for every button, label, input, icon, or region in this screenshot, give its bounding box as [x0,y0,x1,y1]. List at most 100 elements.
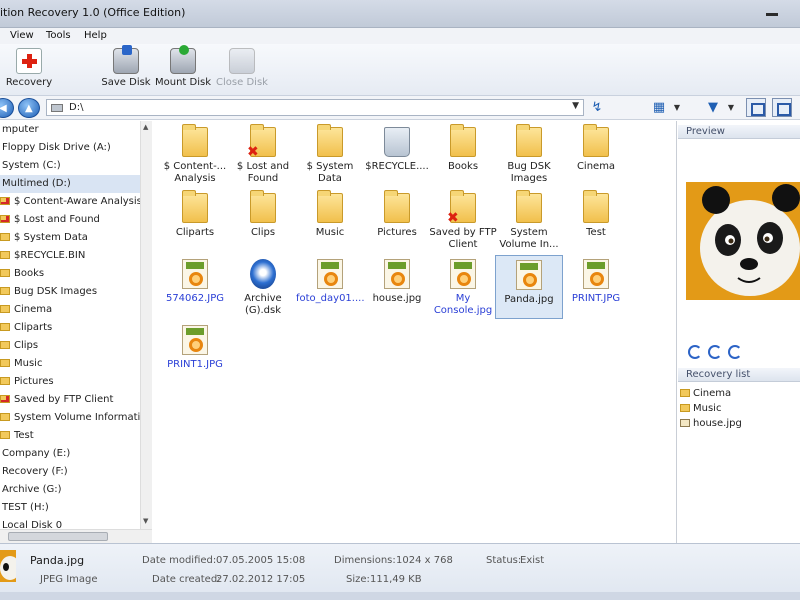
tree-vertical-scrollbar[interactable]: ▲ ▼ [140,121,152,529]
tree-item-floppy[interactable]: Floppy Disk Drive (A:) [0,139,140,157]
status-dimensions-value: 1024 x 768 [396,555,453,566]
minimize-button[interactable] [758,6,786,20]
tree-item-label: Cliparts [14,322,53,333]
file-print-jpg[interactable]: PRINT.JPG [562,255,630,319]
rotate-right-icon[interactable] [728,345,742,359]
scroll-down-icon[interactable]: ▼ [143,517,148,525]
tree-item-music[interactable]: Music [0,355,140,373]
file-system-volume[interactable]: System Volume In... [495,189,563,253]
up-button[interactable]: ▲ [18,98,40,118]
tree-item-label: Books [14,268,45,279]
tree-item-content-aware[interactable]: $ Content-Aware Analysis [0,193,140,211]
close-disk-button[interactable]: Close Disk [216,48,268,94]
file-house-jpg[interactable]: house.jpg [363,255,431,319]
tree-item-books[interactable]: Books [0,265,140,283]
tree-item-archive-g[interactable]: Archive (G:) [0,481,140,499]
tree-item-label: Archive (G:) [2,484,62,495]
file-label: Saved by FTP Client [429,227,497,250]
rotate-left-icon[interactable] [688,345,702,359]
recovery-label: Recovery [5,77,53,88]
tree-item-bug-dsk-images[interactable]: Bug DSK Images [0,283,140,301]
filter-dropdown-icon[interactable]: ▼ [722,100,740,116]
tree-horizontal-scrollbar[interactable] [0,529,152,543]
tree-item-multimed-d[interactable]: Multimed (D:) [0,175,140,193]
recovery-list-item-cinema[interactable]: Cinema [680,386,731,401]
file-books[interactable]: Books [429,123,497,187]
file-archive-g-dsk[interactable]: Archive (G).dsk [229,255,297,319]
folder-icon [0,305,10,313]
file-print1-jpg[interactable]: PRINT1.JPG [161,321,229,385]
folder-icon [0,359,10,367]
back-button[interactable]: ◀ [0,98,14,118]
mount-disk-button[interactable]: Mount Disk [155,45,211,94]
folder-icon [182,124,208,157]
folder-icon [0,323,10,331]
tree-item-test[interactable]: Test [0,427,140,445]
address-field[interactable]: D:\ ▼ [46,99,584,116]
file-lost-and-found[interactable]: $ Lost and Found [229,123,297,187]
file-574062-jpg[interactable]: 574062.JPG [161,255,229,319]
tree-item-cinema[interactable]: Cinema [0,301,140,319]
tree-item-cliparts[interactable]: Cliparts [0,319,140,337]
refresh-preview-icon[interactable] [708,345,722,359]
file-label: Books [447,161,479,172]
save-disk-button[interactable]: Save Disk [100,45,152,94]
jpeg-tag-icon [186,328,204,335]
jpeg-file-icon [583,259,609,289]
address-path: D:\ [69,102,84,113]
address-dropdown-icon[interactable]: ▼ [572,101,579,111]
file-cliparts[interactable]: Cliparts [161,189,229,253]
tree-item-test-h[interactable]: TEST (H:) [0,499,140,517]
refresh-icon[interactable]: ↯ [588,100,606,116]
file-foto-day01[interactable]: foto_day01.... [296,255,365,319]
file-bug-dsk-images[interactable]: Bug DSK Images [495,123,563,187]
deleted-folder-icon [0,395,10,403]
tree-item-label: TEST (H:) [2,502,49,513]
tree-item-company-e[interactable]: Company (E:) [0,445,140,463]
status-state-label: Status: [486,555,522,566]
toggle-tree-button[interactable] [746,98,766,117]
tree-item-computer[interactable]: mputer [0,121,140,139]
tree-item-recycle-bin[interactable]: $RECYCLE.BIN [0,247,140,265]
status-created-label: Date created: [152,574,221,585]
menu-help[interactable]: Help [84,30,107,41]
toggle-preview-button[interactable] [772,98,792,117]
tree-item-lost-and-found[interactable]: $ Lost and Found [0,211,140,229]
view-mode-dropdown-icon[interactable]: ▼ [668,100,686,116]
scroll-thumb[interactable] [8,532,108,541]
scroll-up-icon[interactable]: ▲ [143,123,148,131]
folder-icon [516,190,542,223]
menu-tools[interactable]: Tools [46,30,71,41]
tree-item-system-data[interactable]: $ System Data [0,229,140,247]
file-cinema[interactable]: Cinema [562,123,630,187]
tree-item-recovery-f[interactable]: Recovery (F:) [0,463,140,481]
file-panda-jpg[interactable]: Panda.jpg [495,255,563,319]
jpeg-lens-icon [391,272,405,286]
file-music[interactable]: Music [296,189,364,253]
tree-item-local-disk-0[interactable]: Local Disk 0 [0,517,140,529]
file-saved-by-ftp[interactable]: Saved by FTP Client [429,189,497,253]
file-clips[interactable]: Clips [229,189,297,253]
filter-icon[interactable]: ▼ [704,100,722,116]
file-label: Pictures [377,227,417,238]
status-modified-label: Date modified: [142,555,217,566]
tree-item-pictures[interactable]: Pictures [0,373,140,391]
tree-item-clips[interactable]: Clips [0,337,140,355]
recovery-button[interactable]: Recovery [4,48,54,94]
file-label: Bug DSK Images [507,161,551,184]
menu-view[interactable]: View [10,30,34,41]
tree-item-label: Test [14,430,34,441]
tree-item-system-volume[interactable]: System Volume Informati [0,409,140,427]
tree-item-label: $RECYCLE.BIN [14,250,86,261]
file-test[interactable]: Test [562,189,630,253]
tree-item-saved-by-ftp[interactable]: Saved by FTP Client [0,391,140,409]
file-my-console-jpg[interactable]: My Console.jpg [429,255,497,319]
file-recycle-bin[interactable]: $RECYCLE.... [363,123,431,187]
file-pictures[interactable]: Pictures [363,189,431,253]
recovery-list-item-music[interactable]: Music [680,401,721,416]
view-mode-icon[interactable]: ▦ [650,100,668,116]
file-content-aware[interactable]: $ Content-... Analysis [161,123,229,187]
recovery-list-item-house[interactable]: house.jpg [680,416,742,431]
tree-item-system-c[interactable]: System (C:) [0,157,140,175]
file-system-data[interactable]: $ System Data [296,123,364,187]
